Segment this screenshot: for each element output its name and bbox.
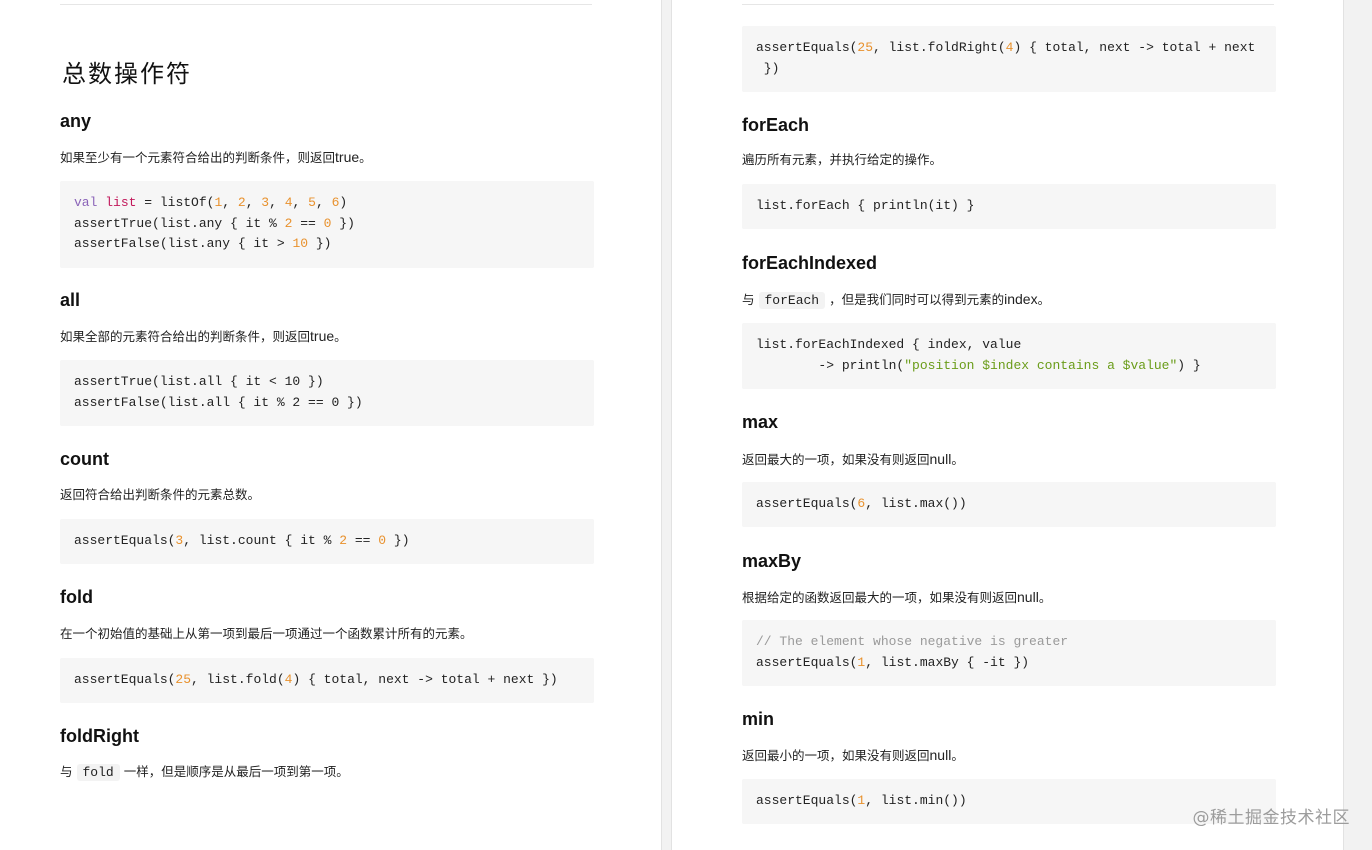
- code-line: val list = listOf(1, 2, 3, 4, 5, 6): [74, 195, 348, 210]
- heading-maxBy: maxBy: [742, 551, 802, 571]
- heading-all: all: [60, 290, 81, 310]
- code-line: assertEquals(1, list.maxBy { -it }): [756, 654, 1030, 670]
- code-line: assertEquals(3, list.count { it % 2 == 0…: [74, 533, 410, 548]
- heading-any: any: [60, 111, 92, 131]
- desc-count: 返回符合给出判断条件的元素总数。: [60, 487, 261, 502]
- code-line: list.forEach { println(it) }: [756, 198, 975, 213]
- top-divider: [60, 4, 592, 5]
- code-line: assertFalse(list.any { it > 10 }): [74, 236, 332, 251]
- code-block-forEachIndexed: list.forEachIndexed { index, value -> pr…: [742, 323, 1276, 389]
- code-line: assertTrue(list.any { it % 2 == 0 }): [74, 215, 355, 231]
- code-line: assertEquals(25, list.fold(4) { total, n…: [74, 672, 558, 687]
- section-title: 总数操作符: [62, 60, 192, 88]
- code-block-count: assertEquals(3, list.count { it % 2 == 0…: [60, 519, 594, 564]
- code-line: assertTrue(list.all { it < 10 }): [74, 374, 324, 389]
- desc-fold: 在一个初始值的基础上从第一项到最后一项通过一个函数累计所有的元素。: [60, 626, 473, 641]
- desc-all: 如果全部的元素符合给出的判断条件，则返回true。: [60, 328, 347, 344]
- code-block-fold: assertEquals(25, list.fold(4) { total, n…: [60, 658, 594, 703]
- code-line: list.forEachIndexed { index, value: [756, 337, 1022, 352]
- heading-forEach: forEach: [742, 115, 810, 135]
- desc-maxBy: 根据给定的函数返回最大的一项，如果没有则返回null。: [742, 589, 1052, 605]
- heading-max: max: [742, 412, 779, 432]
- code-block-any: val list = listOf(1, 2, 3, 4, 5, 6) asse…: [60, 181, 594, 268]
- code-line: }): [756, 60, 780, 76]
- heading-fold: fold: [60, 587, 93, 607]
- top-divider: [742, 4, 1274, 5]
- document-page-right: assertEquals(25, list.foldRight(4) { tot…: [671, 0, 1344, 850]
- desc-foldRight: 与 fold 一样，但是顺序是从最后一项到第一项。: [60, 764, 349, 781]
- code-block-foldRight: assertEquals(25, list.foldRight(4) { tot…: [742, 26, 1276, 92]
- desc-min: 返回最小的一项，如果没有则返回null。: [742, 747, 964, 763]
- code-block-max: assertEquals(6, list.max()): [742, 482, 1276, 527]
- heading-min: min: [742, 709, 775, 729]
- code-block-forEach: list.forEach { println(it) }: [742, 184, 1276, 229]
- heading-forEachIndexed: forEachIndexed: [742, 253, 878, 273]
- desc-forEach: 遍历所有元素，并执行给定的操作。: [742, 152, 943, 167]
- code-line: // The element whose negative is greater: [756, 634, 1069, 649]
- desc-max: 返回最大的一项，如果没有则返回null。: [742, 451, 964, 467]
- inline-code-fold: fold: [76, 764, 120, 781]
- heading-foldRight: foldRight: [60, 726, 139, 746]
- heading-count: count: [60, 449, 109, 469]
- desc-forEachIndexed: 与 forEach ，但是我们同时可以得到元素的index。: [742, 291, 1051, 309]
- code-line: assertEquals(25, list.foldRight(4) { tot…: [756, 40, 1256, 55]
- code-line: assertEquals(6, list.max()): [756, 496, 967, 511]
- desc-any: 如果至少有一个元素符合给出的判断条件，则返回true。: [60, 149, 372, 165]
- code-block-all: assertTrue(list.all { it < 10 }) assertF…: [60, 360, 594, 426]
- watermark-text: @稀土掘金技术社区: [1192, 808, 1350, 828]
- document-page-left: 总数操作符 any 如果至少有一个元素符合给出的判断条件，则返回true。 va…: [0, 0, 662, 850]
- code-block-maxBy: // The element whose negative is greater…: [742, 620, 1276, 686]
- code-line: assertFalse(list.all { it % 2 == 0 }): [74, 394, 363, 410]
- code-line: assertEquals(1, list.min()): [756, 793, 967, 808]
- inline-code-forEach: forEach: [758, 292, 826, 309]
- code-line: -> println("position $index contains a $…: [756, 357, 1201, 373]
